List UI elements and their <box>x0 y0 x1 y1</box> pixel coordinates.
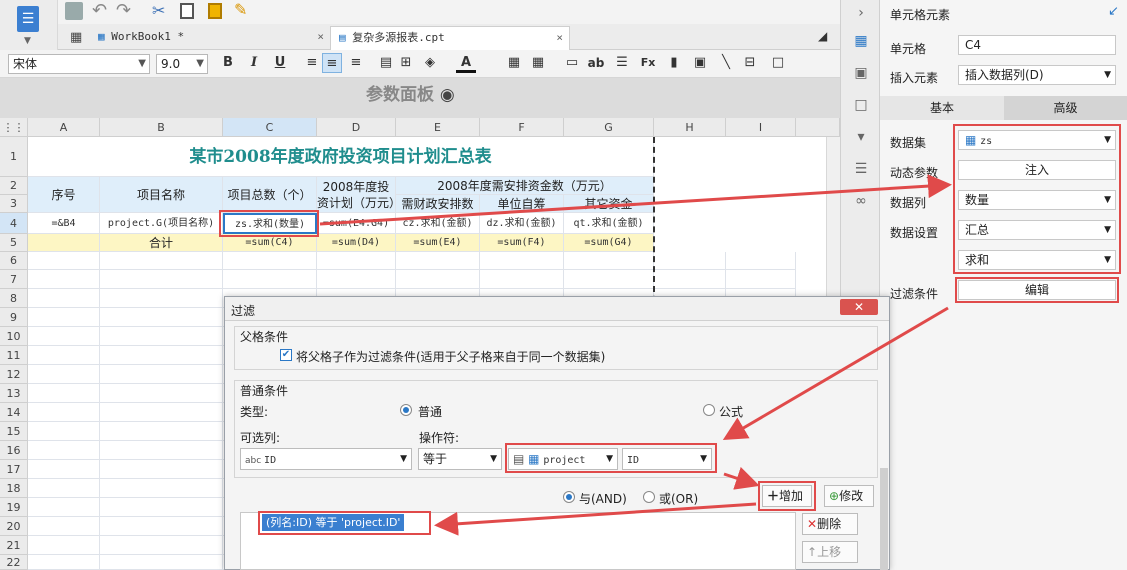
row-header[interactable]: 11 <box>0 346 28 365</box>
row-header[interactable]: 19 <box>0 498 28 517</box>
row-header[interactable]: 1 <box>0 137 28 177</box>
row-header[interactable]: 7 <box>0 270 28 289</box>
row-header[interactable]: 8 <box>0 289 28 308</box>
arrow-edit-to-value <box>722 306 949 441</box>
row-header[interactable]: 9 <box>0 308 28 327</box>
arrow-c4-to-panel <box>319 174 952 226</box>
row-header[interactable]: 3 <box>0 195 28 213</box>
row-header[interactable]: 22 <box>0 555 28 570</box>
arrow-value-to-add <box>723 466 760 490</box>
row-header[interactable]: 2 <box>0 177 28 195</box>
row-header[interactable]: 12 <box>0 365 28 384</box>
row-header[interactable]: 5 <box>0 234 28 252</box>
row-header[interactable]: 20 <box>0 517 28 536</box>
row-header[interactable]: 17 <box>0 460 28 479</box>
row-header[interactable]: 16 <box>0 441 28 460</box>
row-header[interactable]: 14 <box>0 403 28 422</box>
row-header[interactable]: 15 <box>0 422 28 441</box>
row-header[interactable]: 18 <box>0 479 28 498</box>
arrow-add-to-condition <box>434 502 757 536</box>
row-header[interactable]: 4 <box>0 213 28 234</box>
annotation-arrows <box>319 174 952 536</box>
row-header[interactable]: 6 <box>0 252 28 270</box>
row-header[interactable]: 13 <box>0 384 28 403</box>
row-header[interactable]: 21 <box>0 536 28 555</box>
row-header[interactable]: 10 <box>0 327 28 346</box>
